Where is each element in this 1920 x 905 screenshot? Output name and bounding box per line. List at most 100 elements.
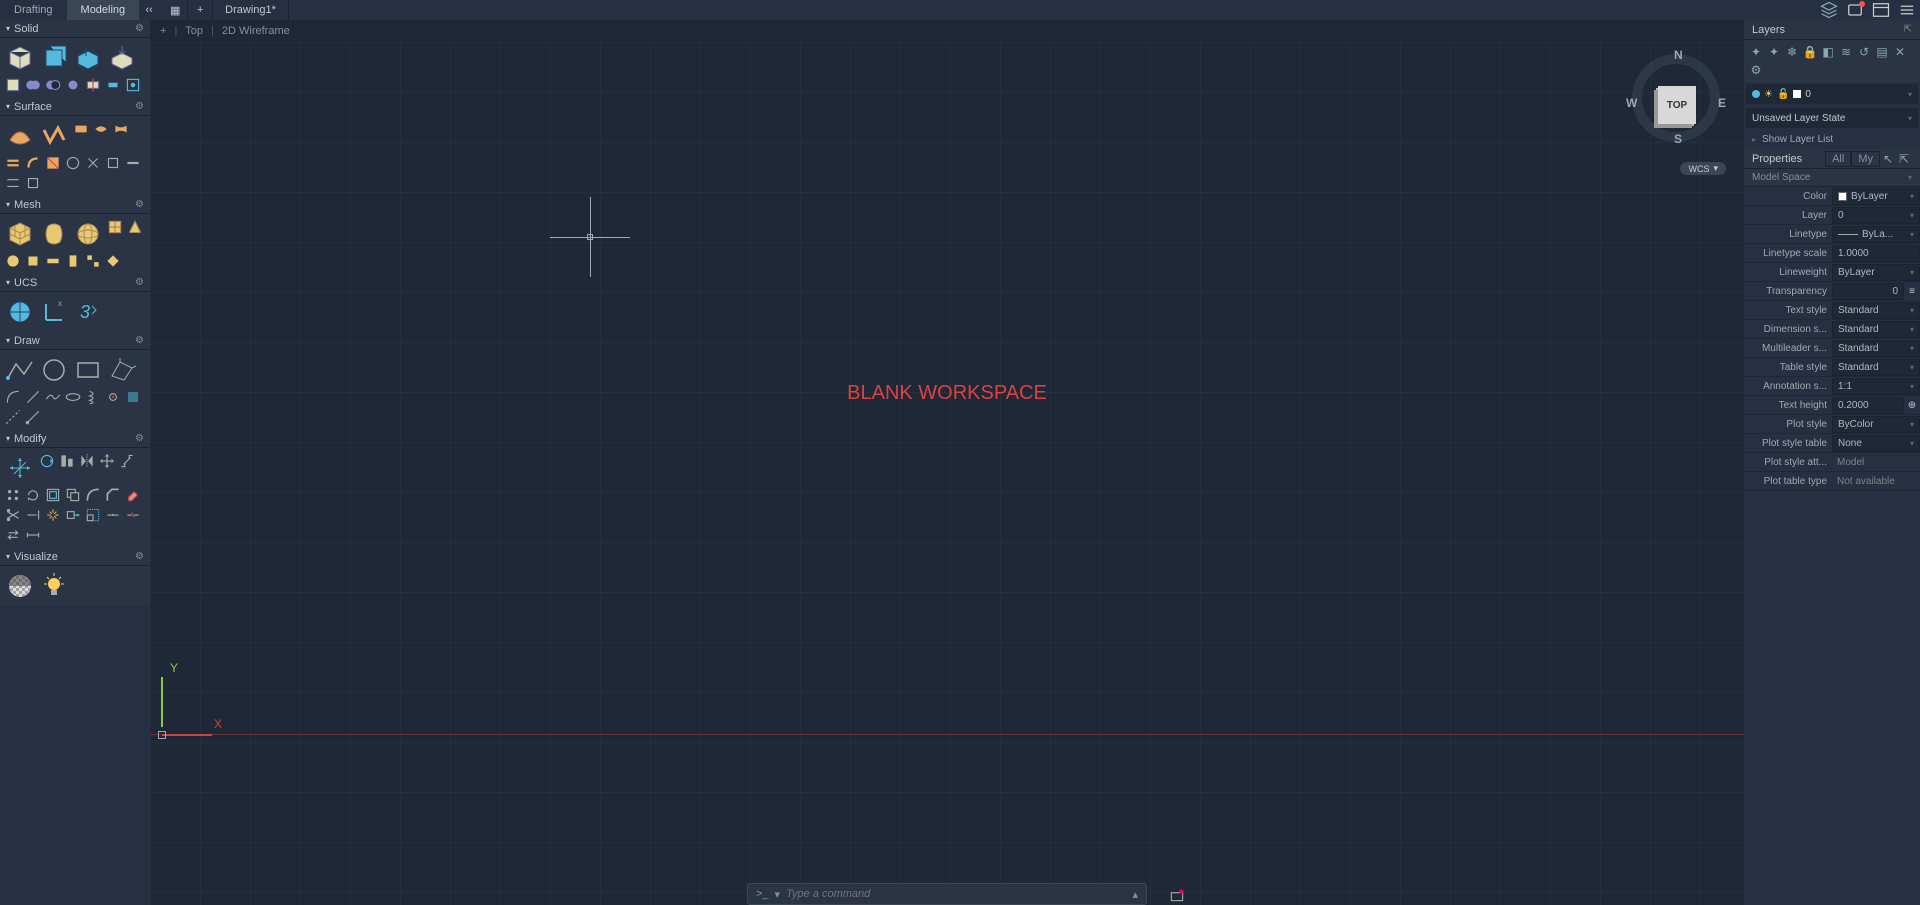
scale-tool[interactable] (84, 506, 102, 524)
mirror-tool[interactable] (78, 452, 96, 470)
section-solid-header[interactable]: ▾Solid⚙ (0, 20, 150, 38)
mesh-smooth-tool[interactable] (38, 218, 70, 250)
3d-rotate-tool[interactable] (38, 452, 56, 470)
chamfer-tool[interactable] (104, 486, 122, 504)
gear-icon[interactable]: ⚙ (135, 23, 144, 34)
fillet-tool[interactable] (84, 486, 102, 504)
gear-icon[interactable]: ⚙ (135, 277, 144, 288)
mesh-refine-tool[interactable] (106, 218, 124, 236)
thicken-tool[interactable] (104, 76, 122, 94)
join-tool[interactable] (104, 506, 122, 524)
gear-icon[interactable]: ⚙ (135, 433, 144, 444)
solid-intersect-tool[interactable] (64, 76, 82, 94)
selection-mode-select[interactable]: Model Space▾ (1744, 169, 1920, 187)
plane-tool[interactable] (106, 354, 138, 386)
point-tool[interactable] (104, 388, 122, 406)
mesh-tool-4[interactable] (64, 252, 82, 270)
scale-3d-tool[interactable] (118, 452, 136, 470)
viewport-plus[interactable]: + (160, 25, 166, 37)
light-tool[interactable] (38, 570, 70, 602)
mesh-tool-5[interactable] (84, 252, 102, 270)
surface-tool-5[interactable] (4, 174, 22, 192)
undock-icon[interactable]: ⇱ (1896, 151, 1912, 167)
properties-tab-all[interactable]: All (1825, 151, 1851, 167)
command-aux-icon[interactable] (1168, 886, 1186, 904)
surface-patch-tool[interactable] (92, 120, 110, 138)
planar-surface-tool[interactable] (72, 120, 90, 138)
materials-tool[interactable] (4, 570, 36, 602)
helix-tool[interactable] (84, 388, 102, 406)
show-layer-list-button[interactable]: ▸Show Layer List (1744, 130, 1920, 149)
break-tool[interactable] (124, 506, 142, 524)
line-tool[interactable] (24, 388, 42, 406)
layer-match-icon[interactable]: ≋ (1838, 44, 1854, 60)
network-surface-tool[interactable] (4, 120, 36, 152)
stretch-tool[interactable] (64, 506, 82, 524)
menu-icon[interactable] (1894, 0, 1920, 20)
layer-state-select[interactable]: Unsaved Layer State▾ (1746, 108, 1918, 128)
notifications-icon[interactable] (1842, 0, 1868, 20)
offset-tool[interactable] (44, 486, 62, 504)
solid-subtract-tool[interactable] (44, 76, 62, 94)
loft-surface-tool[interactable] (38, 120, 70, 152)
ucs-3point-tool[interactable]: x (38, 296, 70, 328)
layer-delete-icon[interactable]: ✕ (1892, 44, 1908, 60)
layers-toggle-icon[interactable] (1816, 0, 1842, 20)
layer-props-icon[interactable]: ⚙ (1748, 62, 1764, 78)
gear-icon[interactable]: ⚙ (135, 551, 144, 562)
circle-tool[interactable] (38, 354, 70, 386)
surface-tool-2[interactable] (84, 154, 102, 172)
surface-offset-tool[interactable] (4, 154, 22, 172)
doc-tab[interactable]: Drawing1* (213, 0, 289, 20)
array-tool[interactable] (4, 486, 22, 504)
command-expand-icon[interactable]: ▴ (1132, 888, 1138, 901)
lengthen-tool[interactable] (24, 526, 42, 544)
xline-tool[interactable] (4, 408, 22, 426)
mesh-tool-3[interactable] (44, 252, 62, 270)
extrude-solid-tool[interactable] (72, 42, 104, 74)
layer-prev-icon[interactable]: ↺ (1856, 44, 1872, 60)
extend-tool[interactable] (24, 506, 42, 524)
reverse-tool[interactable] (4, 526, 22, 544)
extrude-tool[interactable] (38, 42, 70, 74)
section-surface-header[interactable]: ▾Surface⚙ (0, 98, 150, 116)
viewport-view[interactable]: Top (185, 25, 203, 37)
layer-new-icon[interactable]: ✦ (1748, 44, 1764, 60)
section-mesh-header[interactable]: ▾Mesh⚙ (0, 196, 150, 214)
gear-icon[interactable]: ⚙ (135, 199, 144, 210)
ray-tool[interactable] (24, 408, 42, 426)
3d-move-tool[interactable] (4, 452, 36, 484)
mesh-sphere-tool[interactable] (72, 218, 104, 250)
undock-icon[interactable]: ⇱ (1904, 24, 1912, 35)
rectangle-tool[interactable] (72, 354, 104, 386)
ucs-world-tool[interactable] (4, 296, 36, 328)
layer-isolate-icon[interactable]: ◧ (1820, 44, 1836, 60)
erase-tool[interactable] (124, 486, 142, 504)
mesh-box-tool[interactable] (4, 218, 36, 250)
section-ucs-header[interactable]: ▾UCS⚙ (0, 274, 150, 292)
tab-more[interactable]: ‹‹ (139, 0, 159, 20)
drawing-grid[interactable]: BLANK WORKSPACE Y X (150, 42, 1744, 905)
layout-grid-icon[interactable]: ▦ (163, 0, 188, 20)
layer-lock-icon[interactable]: 🔒 (1802, 44, 1818, 60)
section-modify-header[interactable]: ▾Modify⚙ (0, 430, 150, 448)
polyline-tool[interactable] (4, 354, 36, 386)
trim-tool[interactable] (4, 506, 22, 524)
ucs-named-tool[interactable]: 3 (72, 296, 104, 328)
mesh-tool-1[interactable] (4, 252, 22, 270)
imprint-tool[interactable] (124, 76, 142, 94)
section-draw-header[interactable]: ▾Draw⚙ (0, 332, 150, 350)
tab-modeling[interactable]: Modeling (67, 0, 140, 20)
spline-tool[interactable] (44, 388, 62, 406)
gear-icon[interactable]: ⚙ (135, 101, 144, 112)
arc-tool[interactable] (4, 388, 22, 406)
viewcube[interactable]: TOP N S E W (1626, 48, 1726, 158)
mesh-tool-2[interactable] (24, 252, 42, 270)
rotate-tool[interactable] (24, 486, 42, 504)
polysolid-tool[interactable] (4, 76, 22, 94)
transparency-bylayer-icon[interactable]: ≡ (1904, 286, 1920, 297)
wcs-badge[interactable]: WCS▾ (1680, 162, 1726, 175)
layer-state-icon[interactable]: ▤ (1874, 44, 1890, 60)
presspull-tool[interactable] (106, 42, 138, 74)
surface-tool-3[interactable] (104, 154, 122, 172)
